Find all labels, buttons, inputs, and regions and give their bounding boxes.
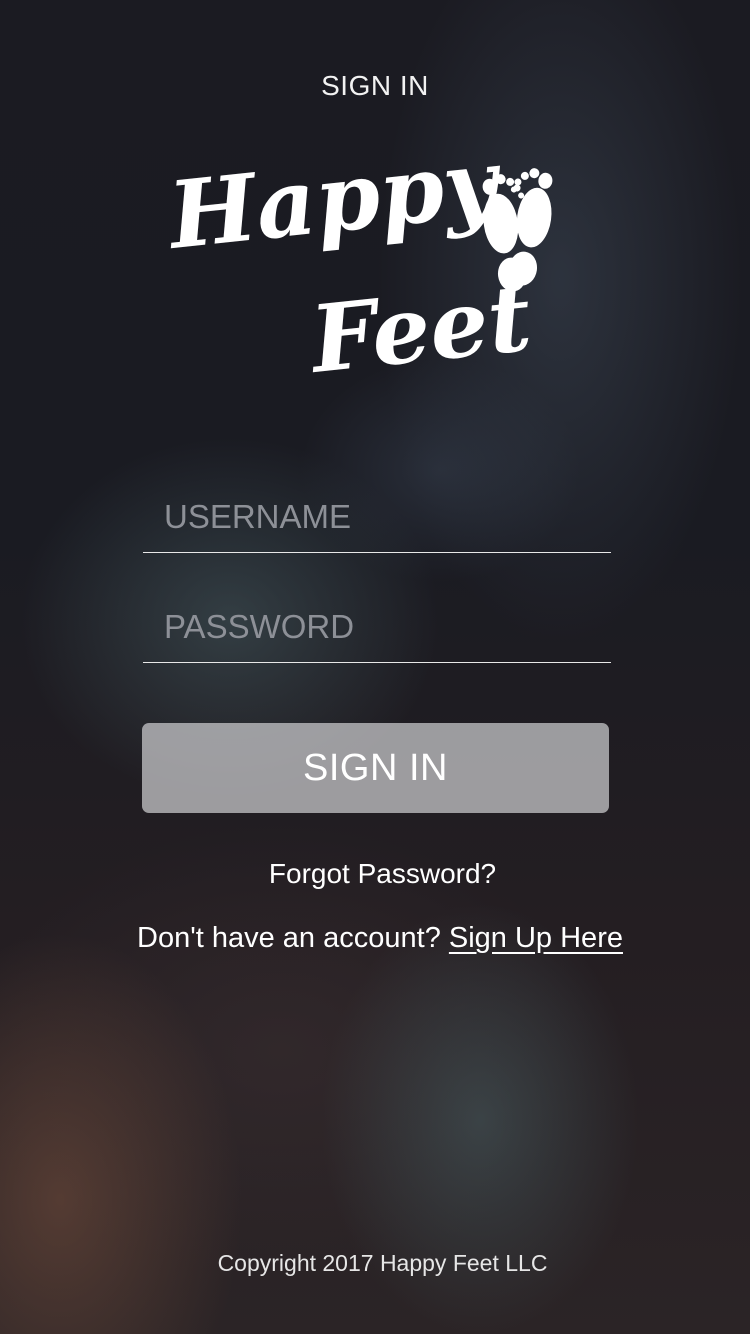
signup-prompt: Don't have an account? [137, 922, 441, 954]
logo-text-happy: Happy [165, 140, 508, 270]
forgot-password-link[interactable]: Forgot Password? [0, 858, 750, 890]
copyright-text: Copyright 2017 Happy Feet LLC [217, 1250, 548, 1276]
sign-up-link[interactable]: Sign Up Here [449, 922, 623, 954]
happy-feet-logo: Happy Feet [165, 140, 553, 390]
password-field [143, 592, 611, 663]
username-field [143, 482, 611, 553]
sign-in-button[interactable]: SIGN IN [142, 723, 609, 813]
signup-row: Don't have an account? Sign Up Here [0, 922, 750, 955]
password-input[interactable] [143, 592, 611, 662]
username-input[interactable] [143, 482, 611, 552]
signin-screen: SIGN IN Happy Feet USERNAME SIGN IN Forg… [0, 0, 750, 1334]
page-title: SIGN IN [321, 70, 429, 101]
